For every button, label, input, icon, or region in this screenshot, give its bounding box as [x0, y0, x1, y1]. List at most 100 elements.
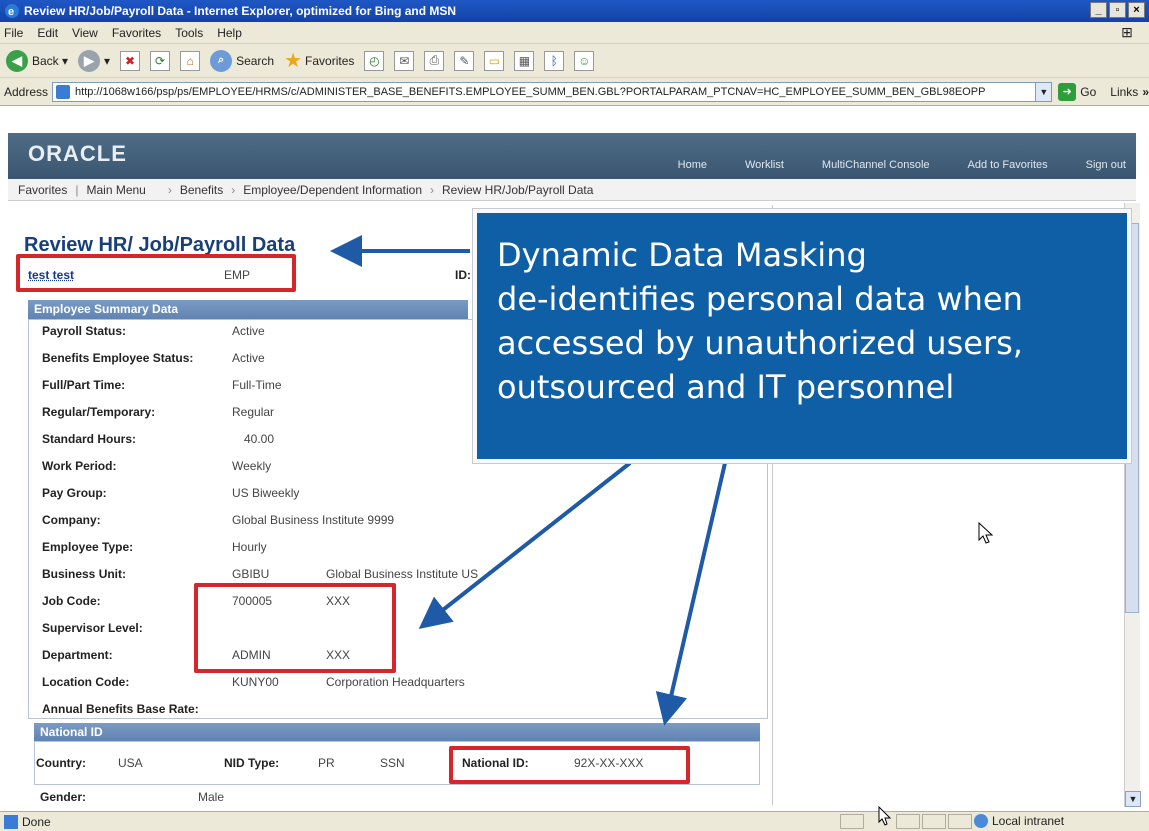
edit-icon[interactable]: ✎	[454, 50, 475, 71]
field-value: Weekly	[232, 459, 272, 473]
close-button[interactable]: ×	[1128, 2, 1145, 18]
field-value: Global Business Institute 9999	[232, 513, 395, 527]
scroll-down-icon[interactable]: ▼	[1125, 791, 1141, 807]
highlight-box-national-id	[449, 746, 690, 784]
breadcrumb: Favorites | Main Menu › Benefits › Emplo…	[8, 179, 1136, 201]
menu-edit[interactable]: Edit	[37, 26, 58, 40]
url-text: http://1068w166/psp/ps/EMPLOYEE/HRMS/c/A…	[75, 85, 986, 98]
windows-flag-icon: ⊞	[1121, 24, 1133, 40]
back-label: Back	[32, 53, 59, 68]
go-label: Go	[1080, 84, 1097, 99]
breadcrumb-benefits[interactable]: Benefits	[180, 183, 223, 197]
chevron-right-icon: ›	[231, 182, 236, 197]
field-label: Annual Benefits Base Rate:	[42, 702, 199, 716]
status-cell	[896, 814, 920, 829]
menu-file[interactable]: File	[4, 26, 23, 40]
section-header-employee-summary: Employee Summary Data	[28, 300, 468, 319]
favorites-label: Favorites	[305, 53, 355, 68]
menu-view[interactable]: View	[72, 26, 98, 40]
field-label: Company:	[42, 513, 101, 527]
field-value: KUNY00	[232, 675, 279, 689]
field-value: Full-Time	[232, 378, 282, 392]
field-label: Pay Group:	[42, 486, 107, 500]
home-icon[interactable]: ⌂	[180, 50, 201, 71]
favorites-button[interactable]: ★ Favorites	[284, 48, 354, 73]
breadcrumb-favorites[interactable]: Favorites	[18, 183, 67, 197]
field-label: Supervisor Level:	[42, 621, 143, 635]
back-button[interactable]: ◀ Back ▾	[6, 49, 68, 72]
masking-callout: Dynamic Data Masking de-identifies perso…	[473, 209, 1131, 463]
minimize-button[interactable]: _	[1090, 2, 1107, 18]
url-dropdown-icon[interactable]: ▼	[1035, 82, 1052, 101]
window-title: Review HR/Job/Payroll Data - Internet Ex…	[24, 4, 457, 18]
field-label: Standard Hours:	[42, 432, 137, 446]
back-arrow-icon: ◀	[6, 49, 28, 72]
status-bar: Done Local intranet	[0, 811, 1149, 831]
field-value: GBIBU	[232, 567, 270, 581]
field-label: Benefits Employee Status:	[42, 351, 194, 365]
url-input[interactable]: http://1068w166/psp/ps/EMPLOYEE/HRMS/c/A…	[52, 81, 1053, 102]
gender-value: Male	[198, 790, 225, 804]
callout-line: Dynamic Data Masking	[497, 236, 867, 274]
search-icon: ⌕	[210, 49, 233, 72]
callout-line: outsourced and IT personnel	[497, 368, 955, 406]
star-icon: ★	[284, 50, 303, 72]
menu-bar: File Edit View Favorites Tools Help	[0, 22, 1149, 44]
nav-sign-out[interactable]: Sign out	[1086, 159, 1126, 171]
breadcrumb-employee-dependent[interactable]: Employee/Dependent Information	[243, 183, 422, 197]
nav-home[interactable]: Home	[678, 159, 707, 171]
field-description: Global Business Institute US	[326, 567, 479, 581]
gender-label: Gender:	[40, 790, 87, 804]
id-label: ID:	[455, 268, 471, 282]
go-arrow-icon: ➜	[1058, 82, 1077, 101]
breadcrumb-main-menu[interactable]: Main Menu	[86, 183, 145, 197]
menu-help[interactable]: Help	[217, 26, 242, 40]
country-value: USA	[118, 756, 143, 770]
callout-line: de-identifies personal data when	[497, 280, 1023, 318]
chevron-right-icon[interactable]: »	[1142, 85, 1149, 99]
address-label: Address	[4, 84, 49, 99]
country-label: Country:	[36, 756, 86, 770]
zone-label: Local intranet	[992, 814, 1065, 828]
bluetooth-icon[interactable]: ᛒ	[544, 50, 565, 71]
forward-button[interactable]: ▶ ▾	[78, 49, 110, 72]
menu-tools[interactable]: Tools	[175, 26, 203, 40]
status-text: Done	[22, 814, 51, 829]
links-button[interactable]: Links	[1110, 85, 1138, 99]
field-label: Regular/Temporary:	[42, 405, 156, 419]
oracle-logo: ORACLE	[28, 141, 127, 166]
field-label: Business Unit:	[42, 567, 127, 581]
chevron-right-icon: ›	[167, 182, 172, 197]
nav-add-to-favorites[interactable]: Add to Favorites	[968, 159, 1048, 171]
mail-icon[interactable]: ✉	[394, 50, 415, 71]
folder-icon[interactable]: ▭	[484, 50, 505, 71]
oracle-header: ORACLE Home Worklist MultiChannel Consol…	[8, 133, 1136, 179]
go-button[interactable]: ➜ Go	[1058, 82, 1097, 101]
mouse-cursor-icon	[878, 806, 892, 826]
forward-arrow-icon: ▶	[78, 49, 101, 72]
page-icon	[56, 84, 71, 99]
menu-favorites[interactable]: Favorites	[112, 26, 161, 40]
status-cell	[922, 814, 946, 829]
field-label: Department:	[42, 648, 113, 662]
history-icon[interactable]: ◴	[364, 50, 385, 71]
field-value: Active	[232, 351, 265, 365]
stop-icon[interactable]: ✖	[120, 50, 141, 71]
field-label: Work Period:	[42, 459, 117, 473]
oracle-nav: Home Worklist MultiChannel Console Add t…	[640, 159, 1126, 171]
research-icon[interactable]: ▦	[514, 50, 535, 71]
nid-type-code: SSN	[380, 756, 405, 770]
field-value: Regular	[232, 405, 275, 419]
search-button[interactable]: ⌕ Search	[210, 49, 274, 72]
refresh-icon[interactable]: ⟳	[150, 50, 171, 71]
mouse-cursor-icon	[978, 522, 994, 544]
print-icon[interactable]: ⎙	[424, 50, 445, 71]
section-header-national-id: National ID	[34, 723, 760, 741]
messenger-icon[interactable]: ☺	[574, 50, 595, 71]
nav-multichannel-console[interactable]: MultiChannel Console	[822, 159, 930, 171]
nav-worklist[interactable]: Worklist	[745, 159, 784, 171]
field-label: Employee Type:	[42, 540, 134, 554]
maximize-button[interactable]: ▫	[1109, 2, 1126, 18]
callout-line: accessed by unauthorized users,	[497, 324, 1023, 362]
field-value: Hourly	[232, 540, 267, 554]
